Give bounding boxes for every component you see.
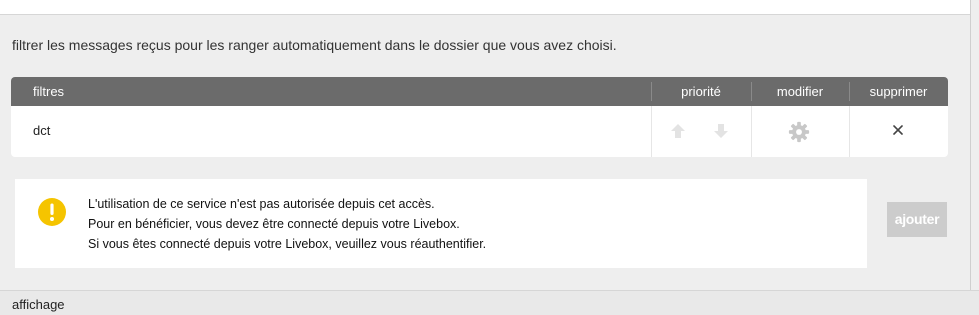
display-section-header[interactable]: affichage [0, 290, 979, 315]
filters-table: filtres priorité modifier supprimer dct [11, 77, 948, 157]
column-divider [751, 106, 752, 157]
table-row: dct [11, 106, 948, 157]
arrow-up-icon[interactable] [669, 122, 687, 140]
arrow-down-icon[interactable] [712, 122, 730, 140]
warning-icon [38, 198, 66, 226]
table-header: filtres priorité modifier supprimer [11, 77, 948, 106]
scrollbar-edge [970, 0, 971, 290]
header-modify: modifier [776, 84, 824, 99]
warning-line: Pour en bénéficier, vous devez être conn… [88, 217, 460, 231]
intro-text: filtrer les messages reçus pour les rang… [12, 37, 617, 53]
warning-text: L'utilisation de ce service n'est pas au… [88, 194, 486, 254]
add-button[interactable]: ajouter [887, 202, 947, 237]
warning-line: Si vous êtes connecté depuis votre Liveb… [88, 237, 487, 251]
column-divider [849, 106, 850, 157]
top-strip [0, 0, 970, 15]
display-section-label: affichage [12, 297, 65, 312]
filter-name: dct [33, 123, 51, 138]
header-filters: filtres [33, 84, 65, 99]
header-priority: priorité [681, 84, 721, 99]
access-warning: L'utilisation de ce service n'est pas au… [15, 179, 867, 268]
gear-icon[interactable] [788, 121, 810, 143]
close-icon[interactable] [891, 123, 905, 137]
warning-line: L'utilisation de ce service n'est pas au… [88, 197, 435, 211]
header-delete: supprimer [869, 84, 928, 99]
column-divider [651, 106, 652, 157]
